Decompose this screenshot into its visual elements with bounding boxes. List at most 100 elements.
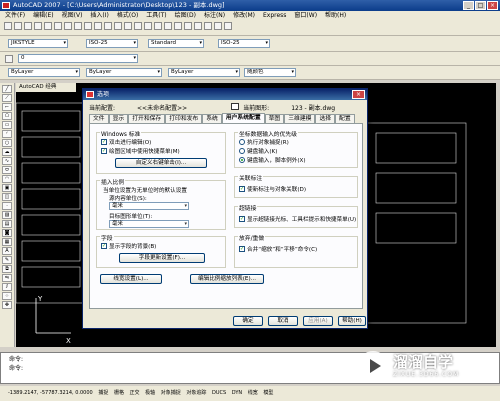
tab-display[interactable]: 显示	[108, 114, 129, 123]
menu-window[interactable]: 窗口(W)	[294, 11, 317, 21]
copy-object-icon[interactable]: ⧉	[2, 265, 12, 273]
keyboard-except-scripts-radio[interactable]	[239, 157, 245, 163]
calculator-icon[interactable]	[214, 22, 222, 30]
redo-icon[interactable]	[114, 22, 122, 30]
menu-modify[interactable]: 修改(M)	[233, 11, 255, 21]
apply-button[interactable]: 应用(A)	[303, 316, 333, 326]
maximize-button[interactable]: □	[475, 1, 486, 10]
color-combo[interactable]: ByLayer	[8, 68, 80, 77]
menu-dimension[interactable]: 标注(N)	[204, 11, 225, 21]
publish-icon[interactable]	[54, 22, 62, 30]
sheet-set-icon[interactable]	[194, 22, 202, 30]
hatch-icon[interactable]: ▨	[2, 211, 12, 219]
copy-icon[interactable]	[74, 22, 82, 30]
associative-dimension-checkbox[interactable]: ✓	[239, 186, 245, 192]
polygon-icon[interactable]: ⬠	[2, 112, 12, 120]
paste-icon[interactable]	[84, 22, 92, 30]
tab-drafting[interactable]: 草图	[264, 114, 285, 123]
status-otrack[interactable]: 对象追踪	[186, 390, 206, 396]
linetype-combo[interactable]: ByLayer	[86, 68, 162, 77]
rectangle-icon[interactable]: ▭	[2, 121, 12, 129]
dialog-close-button[interactable]: ×	[352, 90, 365, 99]
double-click-edit-checkbox[interactable]: ✓	[101, 139, 107, 145]
target-units-select[interactable]: 毫米	[109, 220, 189, 228]
open-icon[interactable]	[14, 22, 22, 30]
erase-icon[interactable]: ✎	[2, 256, 12, 264]
construction-line-icon[interactable]: ⟋	[2, 94, 12, 102]
region-icon[interactable]: ◙	[2, 229, 12, 237]
tab-system[interactable]: 系统	[202, 114, 222, 123]
new-icon[interactable]	[4, 22, 12, 30]
preview-icon[interactable]	[44, 22, 52, 30]
status-polar[interactable]: 极轴	[145, 390, 155, 396]
menu-help[interactable]: 帮助(H)	[325, 11, 346, 21]
mirror-icon[interactable]: ⇋	[2, 274, 12, 282]
close-button[interactable]: ×	[487, 1, 498, 10]
ellipse-icon[interactable]: ⬭	[2, 166, 12, 174]
save-icon[interactable]	[24, 22, 32, 30]
tab-profiles[interactable]: 配置	[335, 114, 355, 123]
minimize-button[interactable]: _	[463, 1, 474, 10]
markup-icon[interactable]	[204, 22, 212, 30]
status-ducs[interactable]: DUCS	[212, 390, 226, 396]
dim-style-combo-2[interactable]: ISO-25	[218, 39, 270, 48]
zoom-previous-icon[interactable]	[154, 22, 162, 30]
table-style-combo[interactable]: Standard	[148, 39, 204, 48]
cancel-button[interactable]: 取消	[268, 316, 298, 326]
status-lineweight[interactable]: 线宽	[248, 390, 258, 396]
menu-format[interactable]: 格式(O)	[117, 11, 138, 21]
menu-insert[interactable]: 插入(I)	[90, 11, 108, 21]
match-icon[interactable]	[94, 22, 102, 30]
arc-icon[interactable]: ◜	[2, 130, 12, 138]
running-osnap-radio[interactable]	[239, 139, 245, 145]
status-model[interactable]: 模型	[263, 390, 273, 396]
table-icon[interactable]: ▦	[2, 238, 12, 246]
menu-express[interactable]: Express	[263, 11, 286, 21]
combine-zoom-pan-checkbox[interactable]: ✓	[239, 246, 245, 252]
ellipse-arc-icon[interactable]: ◠	[2, 175, 12, 183]
menu-draw[interactable]: 绘图(D)	[175, 11, 196, 21]
status-dyn[interactable]: DYN	[232, 390, 242, 396]
menu-edit[interactable]: 编辑(E)	[33, 11, 53, 21]
undo-icon[interactable]	[104, 22, 112, 30]
tab-plot-publish[interactable]: 打印和发布	[165, 114, 203, 123]
help-icon[interactable]	[224, 22, 232, 30]
lineweight-combo[interactable]: ByLayer	[168, 68, 240, 77]
dim-style-combo[interactable]: ISO-25	[86, 39, 138, 48]
zoom-window-icon[interactable]	[144, 22, 152, 30]
spline-icon[interactable]: ∿	[2, 157, 12, 165]
shortcut-menu-checkbox[interactable]: ✓	[101, 148, 107, 154]
status-osnap[interactable]: 对象捕捉	[161, 390, 181, 396]
cut-icon[interactable]	[64, 22, 72, 30]
menu-view[interactable]: 视图(V)	[62, 11, 83, 21]
polyline-icon[interactable]: ⌐	[2, 103, 12, 111]
tool-palette-icon[interactable]	[184, 22, 192, 30]
menu-tools[interactable]: 工具(T)	[146, 11, 166, 21]
gradient-icon[interactable]: ▤	[2, 220, 12, 228]
plot-style-combo[interactable]: 随颜色	[244, 68, 296, 77]
help-button[interactable]: 帮助(H)	[338, 316, 366, 326]
lineweight-settings-button[interactable]: 线宽设置(L)...	[100, 274, 162, 284]
hyperlink-cursor-checkbox[interactable]: ✓	[239, 216, 245, 222]
tab-selection[interactable]: 选择	[315, 114, 336, 123]
array-icon[interactable]: ⁘	[2, 292, 12, 300]
pan-icon[interactable]	[124, 22, 132, 30]
status-grid[interactable]: 栅格	[114, 390, 124, 396]
status-snap[interactable]: 捕捉	[98, 390, 108, 396]
revision-cloud-icon[interactable]: ☁	[2, 148, 12, 156]
insert-block-icon[interactable]: ▣	[2, 184, 12, 192]
mtext-icon[interactable]: A	[2, 247, 12, 255]
text-style-combo[interactable]: JIKSTYLE	[8, 39, 68, 48]
point-icon[interactable]: ·	[2, 202, 12, 210]
tab-files[interactable]: 文件	[89, 114, 109, 123]
status-ortho[interactable]: 正交	[130, 390, 140, 396]
layer-combo[interactable]: 0	[18, 54, 138, 63]
keyboard-entry-radio[interactable]	[239, 148, 245, 154]
print-icon[interactable]	[34, 22, 42, 30]
offset-icon[interactable]: ⫽	[2, 283, 12, 291]
line-icon[interactable]: ╱	[2, 85, 12, 93]
tab-user-preferences[interactable]: 用户系统配置	[221, 113, 265, 123]
ok-button[interactable]: 确定	[233, 316, 263, 326]
circle-icon[interactable]: ○	[2, 139, 12, 147]
custom-right-click-button[interactable]: 自定义右键单击(I)...	[115, 158, 207, 168]
